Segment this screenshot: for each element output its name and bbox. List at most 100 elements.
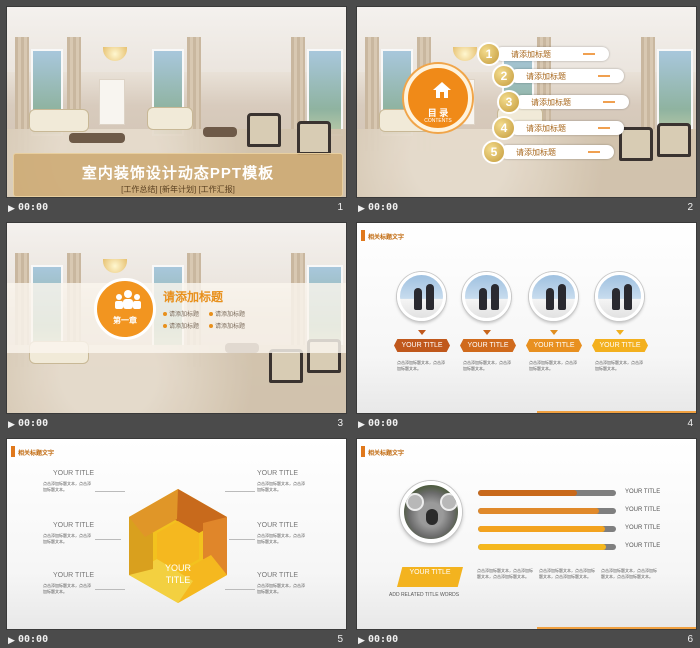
slide-number: 1 bbox=[337, 202, 343, 213]
koala-photo bbox=[400, 481, 462, 543]
penguin-photo bbox=[462, 272, 511, 321]
toc-subtitle: CONTENTS bbox=[424, 118, 452, 124]
left-title: YOUR TITLE bbox=[53, 470, 95, 477]
play-icon[interactable]: ▶ bbox=[358, 419, 365, 430]
progress-title: YOUR TITLE bbox=[625, 489, 661, 495]
slide-footer-4: ▶ 00:00 4 bbox=[356, 415, 697, 434]
slide-header: 相关标题文字 bbox=[361, 446, 404, 457]
slide-footer-5: ▶ 00:00 5 bbox=[6, 631, 347, 648]
penguin-photo bbox=[595, 272, 644, 321]
body-text: 点击添加标题文本，点击添加标题文本。 bbox=[43, 583, 91, 594]
toc-item-label: 请添加标题 bbox=[516, 148, 556, 157]
chapter-title: 请添加标题 bbox=[163, 290, 224, 304]
house-icon bbox=[433, 82, 451, 98]
play-icon[interactable]: ▶ bbox=[358, 635, 365, 646]
timing-label: 00:00 bbox=[18, 202, 49, 213]
timing-label: 00:00 bbox=[368, 418, 399, 429]
toc-item: 请添加标题 1 bbox=[477, 42, 609, 66]
toc-badge: 目 录 CONTENTS bbox=[404, 64, 472, 132]
progress-title: YOUR TITLE bbox=[625, 507, 661, 513]
title-tag: YOUR TITLE bbox=[526, 339, 582, 352]
tag-subtitle: ADD RELATED TITLE WORDS bbox=[389, 592, 460, 598]
body-text: 点击添加标题文本，点击添加标题文本。 bbox=[529, 360, 577, 371]
toc-number: 5 bbox=[482, 140, 506, 164]
body-text: 点击添加标题文本，点击添加标题文本。 bbox=[595, 360, 643, 371]
arrow-icon bbox=[588, 151, 600, 153]
play-icon[interactable]: ▶ bbox=[8, 635, 15, 646]
chapter-item: 请添加标题 bbox=[163, 321, 199, 330]
toc-number: 1 bbox=[477, 42, 501, 66]
arrow-icon bbox=[603, 101, 615, 103]
slide-preview-1[interactable]: 室内装饰设计动态PPT模板 [工作总结] [新年计划] [工作汇报] bbox=[6, 6, 347, 198]
hexagon-swirl-graphic bbox=[129, 489, 227, 603]
body-text: 点击添加标题文本，点击添加标题文本，点击添加标题文本。 bbox=[477, 568, 533, 579]
play-icon[interactable]: ▶ bbox=[8, 419, 15, 430]
right-title: YOUR TITLE bbox=[257, 572, 299, 579]
slide-thumb-3[interactable]: 第一章 请添加标题 请添加标题 请添加标题 请添加标题 请添加标题 ▶ 00:0… bbox=[6, 222, 347, 434]
title-tag: YOUR TITLE bbox=[397, 567, 463, 587]
toc-item-label: 请添加标题 bbox=[531, 98, 571, 107]
toc-number: 2 bbox=[492, 64, 516, 88]
slide-header: 相关标题文字 bbox=[361, 230, 404, 241]
slide-number: 4 bbox=[687, 418, 693, 429]
play-icon[interactable]: ▶ bbox=[358, 203, 365, 214]
slide-footer-3: ▶ 00:00 3 bbox=[6, 415, 347, 434]
body-text: 点击添加标题文本，点击添加标题文本，点击添加标题文本。 bbox=[539, 568, 595, 579]
progress-title: YOUR TITLE bbox=[625, 525, 661, 531]
progress-bar bbox=[478, 490, 616, 496]
title-tag: YOUR TITLE bbox=[592, 339, 648, 352]
slide-footer-6: ▶ 00:00 6 bbox=[356, 631, 697, 648]
body-text: 点击添加标题文本，点击添加标题文本。 bbox=[257, 583, 305, 594]
toc-item: 请添加标题 4 bbox=[492, 116, 624, 140]
slide-thumb-4[interactable]: 相关标题文字 YOUR TITLE YOUR TITLE YOUR TITLE … bbox=[356, 222, 697, 434]
progress-bar bbox=[478, 526, 616, 532]
slide-thumb-6[interactable]: 相关标题文字 YOUR TITLE YOUR TITLE YOUR TITLE … bbox=[356, 438, 697, 648]
slide-thumb-2[interactable]: 目 录 CONTENTS 请添加标题 1 请添加标题 2 请添加标题 3 请添加… bbox=[356, 6, 697, 218]
toc-item: 请添加标题 2 bbox=[492, 64, 624, 88]
toc-item-label: 请添加标题 bbox=[526, 72, 566, 81]
slide-preview-5[interactable]: 相关标题文字 YOUR TITLE YOUR TITLE 点击添加标题文本，点击… bbox=[6, 438, 347, 630]
slide-header: 相关标题文字 bbox=[11, 446, 54, 457]
chapter-item: 请添加标题 bbox=[209, 321, 245, 330]
progress-bar bbox=[478, 544, 616, 550]
arrow-icon bbox=[598, 127, 610, 129]
play-icon[interactable]: ▶ bbox=[8, 203, 15, 214]
title-tag: YOUR TITLE bbox=[460, 339, 516, 352]
slide-preview-3[interactable]: 第一章 请添加标题 请添加标题 请添加标题 请添加标题 请添加标题 bbox=[6, 222, 347, 414]
slide-preview-2[interactable]: 目 录 CONTENTS 请添加标题 1 请添加标题 2 请添加标题 3 请添加… bbox=[356, 6, 697, 198]
chapter-item: 请添加标题 bbox=[163, 309, 199, 318]
toc-item-label: 请添加标题 bbox=[511, 50, 551, 59]
left-title: YOUR TITLE bbox=[53, 572, 95, 579]
timing-label: 00:00 bbox=[368, 202, 399, 213]
chapter-item: 请添加标题 bbox=[209, 309, 245, 318]
slide-number: 3 bbox=[337, 418, 343, 429]
timing-label: 00:00 bbox=[18, 634, 49, 645]
timing-label: 00:00 bbox=[18, 418, 49, 429]
slide-number: 5 bbox=[337, 634, 343, 645]
toc-item-label: 请添加标题 bbox=[526, 124, 566, 133]
timing-label: 00:00 bbox=[368, 634, 399, 645]
chapter-label: 第一章 bbox=[113, 316, 137, 325]
slide-preview-4[interactable]: 相关标题文字 YOUR TITLE YOUR TITLE YOUR TITLE … bbox=[356, 222, 697, 414]
slide-thumb-5[interactable]: 相关标题文字 YOUR TITLE YOUR TITLE 点击添加标题文本，点击… bbox=[6, 438, 347, 648]
right-title: YOUR TITLE bbox=[257, 470, 299, 477]
body-text: 点击添加标题文本，点击添加标题文本。 bbox=[257, 481, 305, 492]
title-tag: YOUR TITLE bbox=[394, 339, 450, 352]
penguin-photo bbox=[529, 272, 578, 321]
toc-number: 4 bbox=[492, 116, 516, 140]
body-text: 点击添加标题文本，点击添加标题文本。 bbox=[397, 360, 445, 371]
progress-title: YOUR TITLE bbox=[625, 543, 661, 549]
team-icon bbox=[115, 290, 141, 309]
progress-bar bbox=[478, 508, 616, 514]
body-text: 点击添加标题文本，点击添加标题文本。 bbox=[43, 533, 91, 544]
center-title: YOUR TITLE bbox=[164, 563, 191, 585]
slide-preview-6[interactable]: 相关标题文字 YOUR TITLE YOUR TITLE YOUR TITLE … bbox=[356, 438, 697, 630]
right-title: YOUR TITLE bbox=[257, 522, 299, 529]
toc-item: 请添加标题 3 bbox=[497, 90, 629, 114]
toc-item: 请添加标题 5 bbox=[482, 140, 614, 164]
penguin-photo bbox=[397, 272, 446, 321]
body-text: 点击添加标题文本，点击添加标题文本，点击添加标题文本。 bbox=[601, 568, 657, 579]
slide-thumb-1[interactable]: 室内装饰设计动态PPT模板 [工作总结] [新年计划] [工作汇报] ▶ 00:… bbox=[6, 6, 347, 218]
slide-number: 6 bbox=[687, 634, 693, 645]
slide-subtitle: [工作总结] [新年计划] [工作汇报] bbox=[121, 185, 235, 194]
